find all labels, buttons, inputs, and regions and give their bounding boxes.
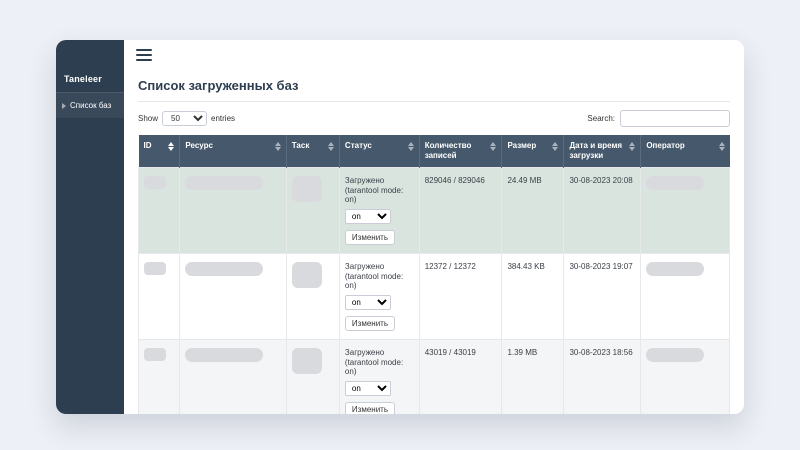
resource-placeholder: [185, 176, 264, 190]
id-placeholder: [144, 176, 166, 189]
entries-label: entries: [211, 114, 236, 123]
table-row: Загружено (tarantool mode: on) on Измени…: [137, 253, 730, 340]
sort-icon[interactable]: [490, 142, 497, 161]
sidebar: Taneleer Список баз: [56, 40, 124, 414]
status-text: Загружено: [344, 176, 385, 185]
column-header-resource[interactable]: Ресурс: [179, 135, 287, 168]
change-button[interactable]: Изменить: [344, 230, 396, 245]
hamburger-menu-icon[interactable]: [136, 46, 152, 64]
table-row: Загружено (tarantool mode: on) on Измени…: [137, 339, 730, 414]
show-label: Show: [138, 114, 159, 123]
divider: [138, 101, 730, 102]
task-placeholder: [291, 176, 322, 202]
datetime-cell: 30-08-2023 19:07: [563, 253, 642, 340]
table-row: Загружено (tarantool mode: on) on Измени…: [137, 167, 730, 254]
sort-icon[interactable]: [552, 142, 559, 151]
records-cell: 12372 / 12372: [418, 253, 503, 340]
app-window: Taneleer Список баз Список загруженных б…: [56, 40, 744, 414]
mode-select[interactable]: on: [344, 295, 391, 310]
size-cell: 384.43 KB: [501, 253, 565, 340]
sort-icon[interactable]: [168, 142, 175, 151]
chevron-right-icon: [62, 102, 66, 109]
mode-select[interactable]: on: [344, 209, 391, 224]
main-area: Список загруженных баз Show 50 entries S…: [124, 40, 744, 414]
status-cell: Загружено (tarantool mode: on) on Измени…: [338, 167, 420, 254]
change-button[interactable]: Изменить: [344, 316, 396, 331]
id-placeholder: [144, 348, 166, 361]
datetime-cell: 30-08-2023 18:56: [563, 339, 642, 414]
sort-icon[interactable]: [274, 142, 281, 151]
task-placeholder: [291, 262, 322, 288]
page-length-control: Show 50 entries: [138, 111, 235, 126]
size-cell: 24.49 MB: [501, 167, 565, 254]
operator-placeholder: [646, 262, 705, 276]
sort-icon[interactable]: [629, 142, 636, 161]
topbar: [124, 40, 744, 70]
records-cell: 829046 / 829046: [418, 167, 503, 254]
column-header-size[interactable]: Размер: [501, 135, 565, 168]
status-cell: Загружено (tarantool mode: on) on Измени…: [338, 253, 420, 340]
column-header-task[interactable]: Таск: [286, 135, 340, 168]
sidebar-item-bases[interactable]: Список баз: [56, 93, 124, 118]
sort-icon[interactable]: [407, 142, 414, 151]
resource-placeholder: [185, 348, 264, 362]
search-control: Search:: [587, 110, 730, 127]
column-header-operator[interactable]: Оператор: [640, 135, 730, 168]
sort-icon[interactable]: [327, 142, 334, 151]
sidebar-nav: Список баз: [56, 93, 124, 118]
sidebar-item-label: Список баз: [70, 101, 112, 110]
column-header-id[interactable]: ID: [138, 135, 181, 168]
resource-placeholder: [185, 262, 264, 276]
status-text: Загружено: [344, 262, 385, 271]
status-text: Загружено: [344, 348, 385, 357]
page-length-select[interactable]: 50: [162, 111, 208, 126]
databases-table: ID Ресурс Таск Статус Количество записей…: [137, 135, 730, 414]
mode-select[interactable]: on: [344, 381, 391, 396]
table-header: ID Ресурс Таск Статус Количество записей…: [138, 135, 730, 168]
records-cell: 43019 / 43019: [418, 339, 503, 414]
column-header-records[interactable]: Количество записей: [419, 135, 503, 168]
content: Список загруженных баз Show 50 entries S…: [124, 70, 744, 414]
column-header-datetime[interactable]: Дата и время загрузки: [563, 135, 642, 168]
status-mode-text: (tarantool mode: on): [344, 186, 404, 204]
table-controls: Show 50 entries Search:: [138, 110, 730, 127]
status-mode-text: (tarantool mode: on): [344, 358, 404, 376]
sort-icon[interactable]: [718, 142, 725, 151]
datetime-cell: 30-08-2023 20:08: [563, 167, 642, 254]
status-cell: Загружено (tarantool mode: on) on Измени…: [338, 339, 420, 414]
size-cell: 1.39 MB: [501, 339, 565, 414]
search-input[interactable]: [620, 110, 730, 127]
task-placeholder: [291, 348, 322, 374]
id-placeholder: [144, 262, 166, 275]
page-title: Список загруженных баз: [138, 78, 299, 93]
search-label: Search:: [587, 114, 615, 123]
operator-placeholder: [646, 176, 705, 190]
table-body: Загружено (tarantool mode: on) on Измени…: [137, 167, 730, 414]
brand: Taneleer: [56, 40, 124, 93]
change-button[interactable]: Изменить: [344, 402, 396, 414]
status-mode-text: (tarantool mode: on): [344, 272, 404, 290]
operator-placeholder: [646, 348, 705, 362]
column-header-status[interactable]: Статус: [339, 135, 420, 168]
